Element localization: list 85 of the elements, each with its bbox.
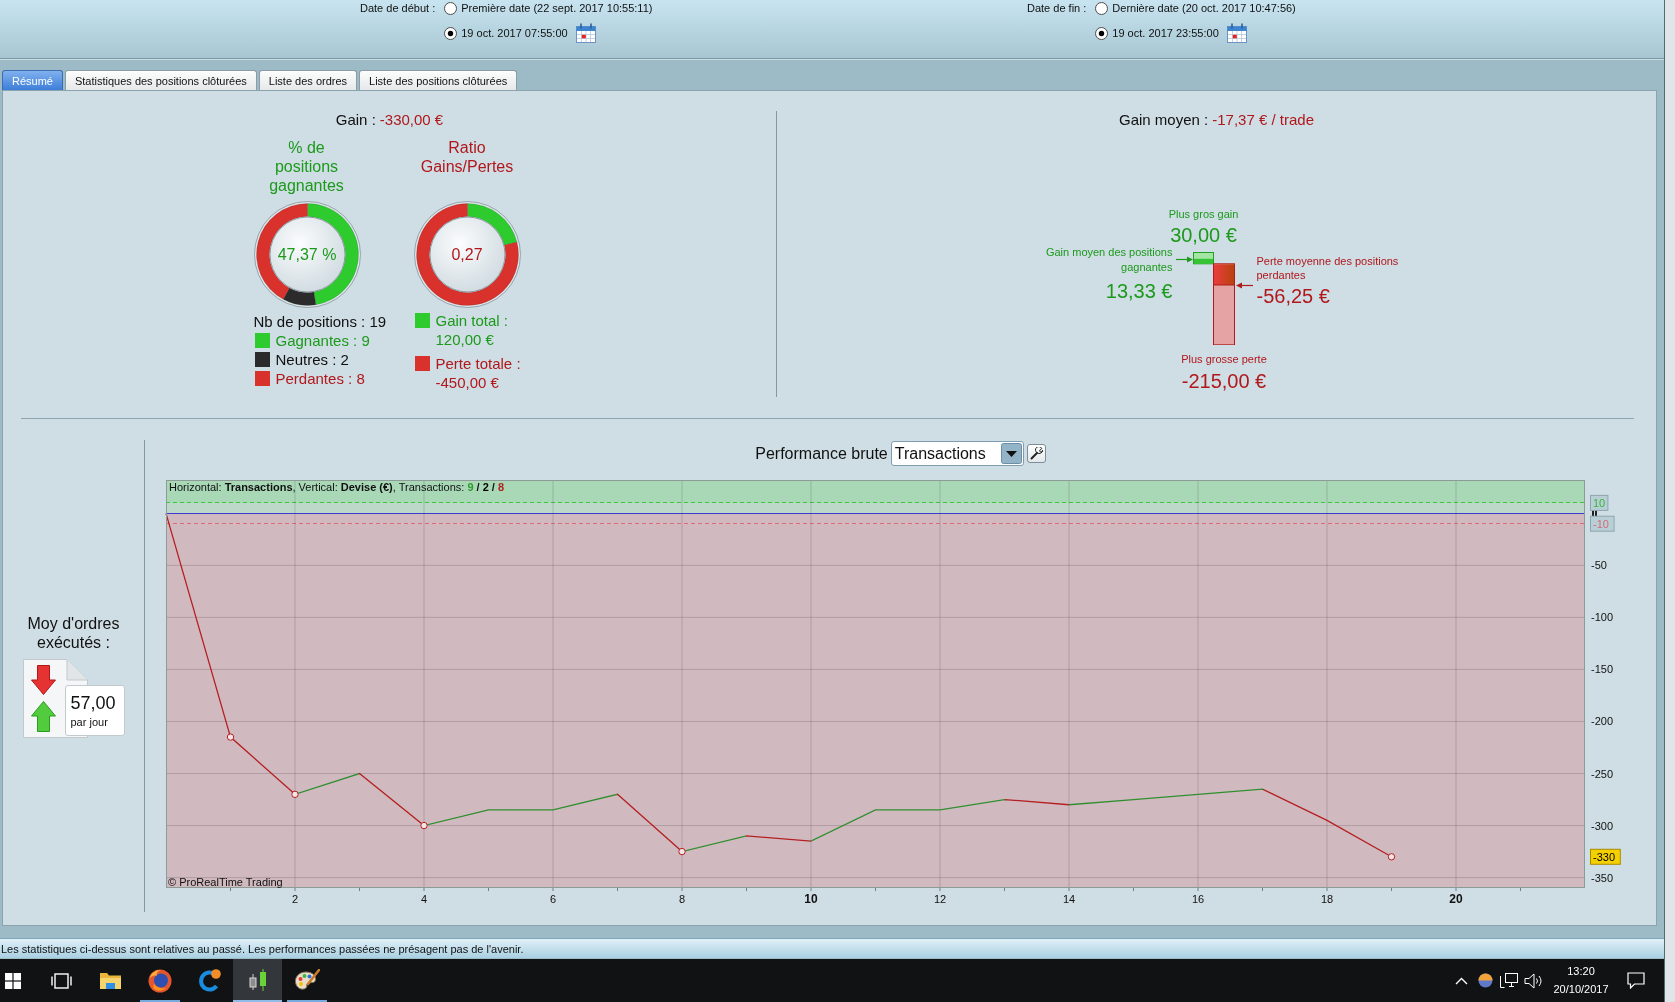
- date-range-label: Date de fin :: [1027, 1, 1087, 16]
- axis-label: -250: [1591, 767, 1614, 780]
- axis-label: -100: [1591, 611, 1614, 624]
- axis-label: 16: [1191, 893, 1205, 905]
- axis-label: 2: [291, 893, 299, 905]
- date-option[interactable]: 19 oct. 2017 07:55:00: [444, 25, 568, 41]
- browser-icon: [147, 968, 172, 993]
- arrow-left-icon: [1235, 281, 1253, 289]
- orders-unit: par jour: [70, 716, 108, 729]
- tab[interactable]: Liste des ordres: [258, 70, 358, 90]
- axis-label: 14: [1062, 893, 1076, 905]
- caret-icon[interactable]: [1000, 443, 1022, 464]
- mode-dropdown[interactable]: Transactions: [890, 441, 1024, 466]
- donut-center-value: 47,37 %: [277, 245, 337, 264]
- notifications-icon[interactable]: [1626, 972, 1645, 989]
- wrench-icon: [1029, 447, 1043, 460]
- orders-label: Moy d'ordres exécutés :: [26, 614, 121, 652]
- axis-label: -350: [1591, 871, 1614, 884]
- average-gain-label: Gain moyen :: [1119, 111, 1209, 129]
- value-tag: -330: [1590, 848, 1621, 865]
- arrow-right-icon: [1175, 255, 1193, 263]
- radio-icon[interactable]: [444, 26, 458, 40]
- chart-title: Performance brute: [755, 443, 888, 464]
- start-icon: [5, 972, 21, 989]
- radio-icon[interactable]: [1095, 26, 1109, 40]
- gain-label: Gain :: [335, 111, 376, 129]
- extreme-label: Perte moyenne des positions perdantes: [1256, 253, 1400, 282]
- taskbar-button[interactable]: [233, 959, 282, 1002]
- extreme-label: Gain moyen des positions gagnantes: [1044, 245, 1173, 275]
- radio-icon[interactable]: [1095, 2, 1109, 15]
- tools-button[interactable]: [1026, 444, 1046, 463]
- axis-label: -200: [1591, 715, 1614, 728]
- extreme-value: -215,00 €: [1181, 368, 1267, 393]
- axis-label: 8: [678, 893, 686, 905]
- date-option[interactable]: Dernière date (20 oct. 2017 10:47:56): [1095, 1, 1296, 16]
- axis-label: 20: [1449, 892, 1463, 906]
- y-tick-label: -10: [1593, 517, 1609, 530]
- calendar-icon[interactable]: [1226, 23, 1247, 43]
- task-view-icon: [51, 972, 72, 989]
- orb-icon[interactable]: [1477, 973, 1493, 988]
- folder-icon: [99, 971, 122, 990]
- palette-icon: [293, 969, 320, 992]
- extreme-label: Plus grosse perte: [1181, 351, 1267, 366]
- donut-center-value: 0,27: [451, 245, 483, 264]
- date-option[interactable]: 19 oct. 2017 23:55:00: [1095, 25, 1219, 41]
- clock-date: 20/10/2017: [1553, 982, 1609, 997]
- chart-title: % de positions gagnantes: [268, 138, 345, 195]
- average-gain-value: -17,37 € / trade: [1212, 111, 1314, 129]
- status-message: Les statistiques ci-dessus sont relatives au passé. Les performances passées ne présagent pas de l'avenir.: [0, 941, 524, 956]
- axis-label: 18: [1320, 893, 1334, 905]
- legend-label: Gagnantes : 9: [275, 331, 370, 350]
- level-tag: 10: [1590, 494, 1609, 511]
- extreme-value: 30,00 €: [1170, 222, 1237, 247]
- date-range-label: Date de début :: [360, 1, 436, 16]
- candlestick-icon: [246, 969, 269, 992]
- extreme-value: -56,25 €: [1256, 283, 1330, 308]
- orders-value: 57,00: [70, 692, 116, 714]
- clock-time: 13:20: [1567, 964, 1595, 979]
- level-tag: -10: [1590, 515, 1615, 532]
- axis-label: 10: [804, 892, 818, 906]
- tab[interactable]: Statistiques des positions clôturées: [64, 70, 257, 90]
- circular-arrow-icon: [196, 968, 221, 993]
- legend-label: Neutres : 2: [275, 350, 349, 369]
- chevron-up-icon[interactable]: [1454, 976, 1468, 985]
- gain-value: -330,00 €: [379, 111, 444, 129]
- axis-label: -150: [1591, 663, 1614, 676]
- network-icon[interactable]: [1500, 973, 1518, 988]
- chart-title: Ratio Gains/Pertes: [419, 138, 515, 177]
- extreme-label: Plus gros gain: [1168, 206, 1239, 221]
- radio-icon[interactable]: [444, 2, 458, 15]
- legend-label: Perte totale : -450,00 €: [435, 355, 522, 392]
- axis-label: 4: [420, 893, 428, 905]
- volume-icon[interactable]: [1523, 972, 1543, 989]
- legend-label: Gain total : 120,00 €: [435, 312, 510, 349]
- axis-label: -300: [1591, 819, 1614, 832]
- axis-label: 6: [549, 893, 557, 905]
- legend-total: Nb de positions : 19: [253, 312, 387, 331]
- axis-label: -50: [1591, 559, 1607, 572]
- donut-slice: [282, 287, 316, 306]
- calendar-icon[interactable]: [575, 23, 596, 43]
- axis-label: 12: [933, 893, 947, 905]
- legend-label: Perdantes : 8: [275, 369, 365, 388]
- extreme-value: 13,33 €: [1105, 278, 1173, 303]
- date-option[interactable]: Première date (22 sept. 2017 10:55:11): [444, 1, 653, 16]
- tab[interactable]: Liste des positions clôturées: [359, 70, 518, 90]
